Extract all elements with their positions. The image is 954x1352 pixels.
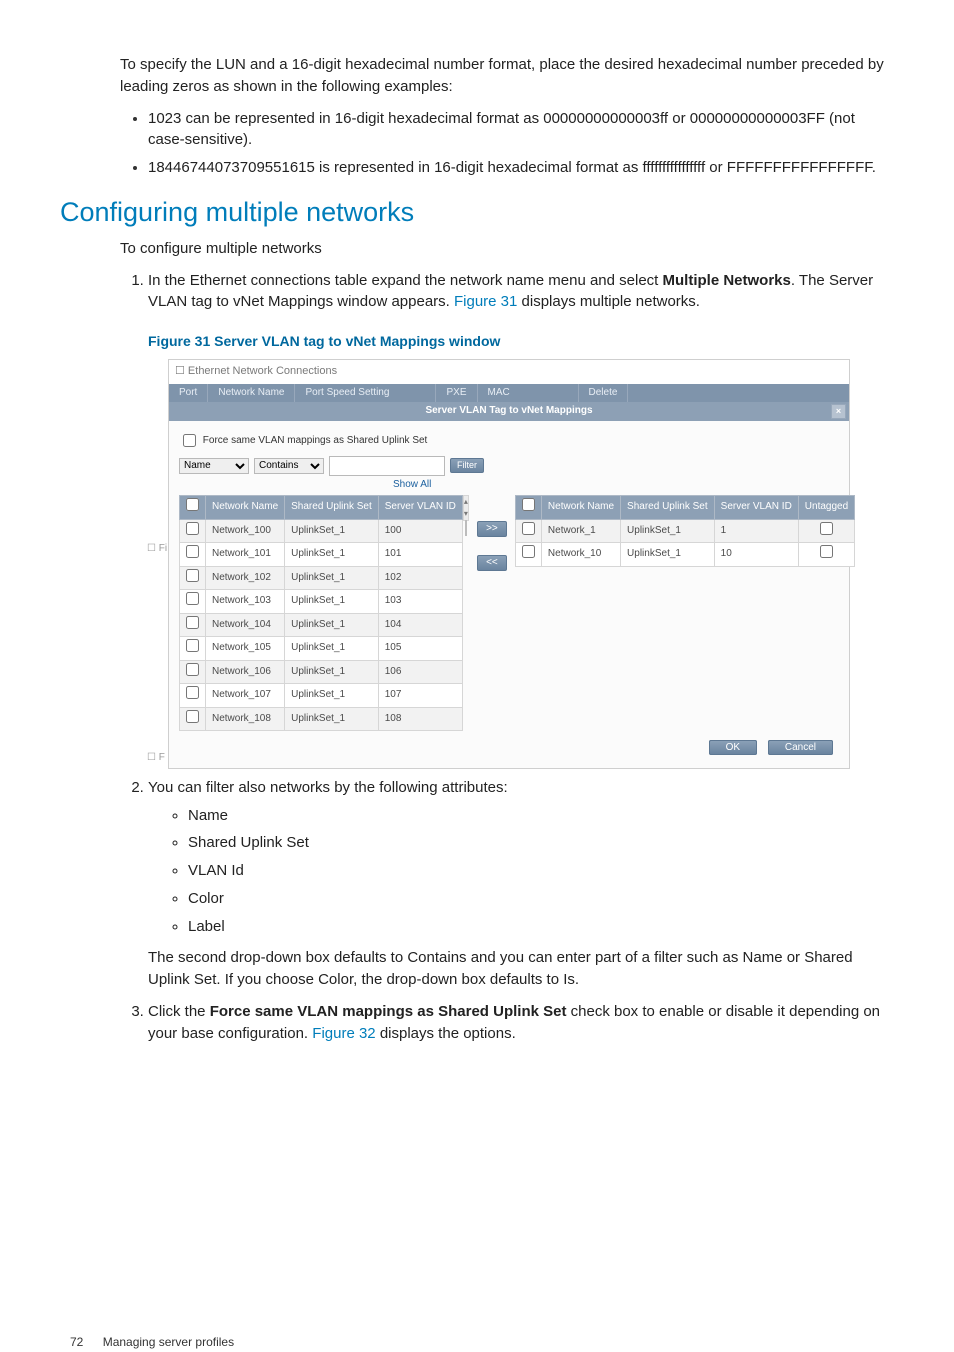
step-2: You can filter also networks by the foll…: [148, 777, 894, 991]
force-mappings-checkbox[interactable]: [183, 434, 196, 447]
row-checkbox[interactable]: [186, 569, 199, 582]
step-1-text-d: displays multiple networks.: [517, 293, 700, 310]
tab-mac[interactable]: MAC: [478, 384, 579, 402]
tab-delete[interactable]: Delete: [579, 384, 629, 402]
filter-button[interactable]: Filter: [450, 458, 484, 473]
row-checkbox[interactable]: [522, 545, 535, 558]
attr-vlan-id: VLAN Id: [188, 860, 894, 882]
dialog-title-bar: Server VLAN Tag to vNet Mappings ×: [169, 402, 849, 421]
row-checkbox[interactable]: [186, 710, 199, 723]
close-icon[interactable]: ×: [831, 404, 846, 419]
force-mappings-label: Force same VLAN mappings as Shared Uplin…: [203, 435, 428, 446]
tab-network-name[interactable]: Network Name: [208, 384, 295, 402]
dialog-title: Server VLAN Tag to vNet Mappings: [425, 405, 592, 416]
intro-paragraph: To specify the LUN and a 16-digit hexade…: [120, 54, 894, 98]
step-1-text-a: In the Ethernet connections table expand…: [148, 272, 663, 289]
row-checkbox[interactable]: [522, 522, 535, 535]
filter-value-input[interactable]: [329, 456, 445, 476]
col-untagged[interactable]: Untagged: [798, 496, 854, 520]
col-server-vlan[interactable]: Server VLAN ID: [378, 496, 462, 520]
row-checkbox[interactable]: [186, 686, 199, 699]
untagged-checkbox[interactable]: [820, 522, 833, 535]
selected-networks-table: Network Name Shared Uplink Set Server VL…: [515, 495, 855, 567]
step-1-bold: Multiple Networks: [663, 272, 791, 289]
figure-32-link[interactable]: Figure 32: [312, 1025, 375, 1042]
figure-31-link[interactable]: Figure 31: [454, 293, 517, 310]
scroll-down-icon[interactable]: ▾: [464, 508, 468, 520]
intro-bullets: 1023 can be represented in 16-digit hexa…: [120, 108, 894, 179]
scroll-up-icon[interactable]: ▴: [464, 496, 468, 508]
steps-list: In the Ethernet connections table expand…: [120, 270, 894, 1045]
filter-operator-select[interactable]: Contains: [254, 458, 324, 474]
tab-bar: Port Network Name Port Speed Setting PXE…: [169, 384, 849, 402]
row-checkbox[interactable]: [186, 663, 199, 676]
attr-shared-uplink: Shared Uplink Set: [188, 832, 894, 854]
row-checkbox[interactable]: [186, 592, 199, 605]
section-heading: Configuring multiple networks: [60, 193, 894, 232]
cancel-button[interactable]: Cancel: [768, 740, 833, 755]
col-shared-uplink[interactable]: Shared Uplink Set: [285, 496, 379, 520]
intro-bullet-2: 18446744073709551615 is represented in 1…: [148, 157, 894, 179]
step-3-text-d: displays the options.: [376, 1025, 516, 1042]
move-left-button[interactable]: <<: [477, 555, 507, 571]
step-2-attributes: Name Shared Uplink Set VLAN Id Color Lab…: [160, 805, 894, 938]
footer-section: Managing server profiles: [103, 1335, 234, 1349]
filter-row: Name Contains Filter: [179, 456, 839, 476]
row-checkbox[interactable]: [186, 639, 199, 652]
attr-name: Name: [188, 805, 894, 827]
available-networks-table: Network Name Shared Uplink Set Server VL…: [179, 495, 463, 731]
figure-31-screenshot: ☐ Fi ☐ F ☐ Ethernet Network Connections …: [168, 359, 850, 768]
tab-port-speed[interactable]: Port Speed Setting: [295, 384, 436, 402]
ok-button[interactable]: OK: [709, 740, 757, 755]
step-2-tail: The second drop-down box defaults to Con…: [148, 947, 894, 991]
col-check[interactable]: [515, 496, 541, 520]
page-number: 72: [70, 1335, 83, 1349]
untagged-checkbox[interactable]: [820, 545, 833, 558]
row-checkbox[interactable]: [186, 545, 199, 558]
page-footer: 72 Managing server profiles: [70, 1334, 234, 1351]
filter-attribute-select[interactable]: Name: [179, 458, 249, 474]
show-all-link[interactable]: Show All: [393, 478, 839, 493]
move-right-button[interactable]: >>: [477, 521, 507, 537]
col-shared-uplink[interactable]: Shared Uplink Set: [621, 496, 715, 520]
intro-bullet-1: 1023 can be represented in 16-digit hexa…: [148, 108, 894, 152]
col-server-vlan[interactable]: Server VLAN ID: [714, 496, 798, 520]
side-crop-1: ☐ Fi: [147, 542, 167, 557]
tab-port[interactable]: Port: [169, 384, 208, 402]
attr-color: Color: [188, 888, 894, 910]
step-3-text-a: Click the: [148, 1003, 210, 1020]
attr-label: Label: [188, 916, 894, 938]
tab-pxe[interactable]: PXE: [436, 384, 477, 402]
row-checkbox[interactable]: [186, 616, 199, 629]
col-network-name[interactable]: Network Name: [541, 496, 620, 520]
step-1: In the Ethernet connections table expand…: [148, 270, 894, 769]
window-title: ☐ Ethernet Network Connections: [169, 360, 849, 384]
step-3-bold: Force same VLAN mappings as Shared Uplin…: [210, 1003, 567, 1020]
row-checkbox[interactable]: [186, 522, 199, 535]
window-title-text: Ethernet Network Connections: [188, 365, 337, 377]
col-network-name[interactable]: Network Name: [206, 496, 285, 520]
force-mappings-row: Force same VLAN mappings as Shared Uplin…: [179, 431, 839, 450]
col-check[interactable]: [180, 496, 206, 520]
figure-31-caption: Figure 31 Server VLAN tag to vNet Mappin…: [148, 331, 894, 351]
step-2-text: You can filter also networks by the foll…: [148, 779, 508, 796]
steps-intro: To configure multiple networks: [120, 238, 894, 260]
step-3: Click the Force same VLAN mappings as Sh…: [148, 1001, 894, 1045]
side-crop-2: ☐ F: [147, 751, 165, 766]
